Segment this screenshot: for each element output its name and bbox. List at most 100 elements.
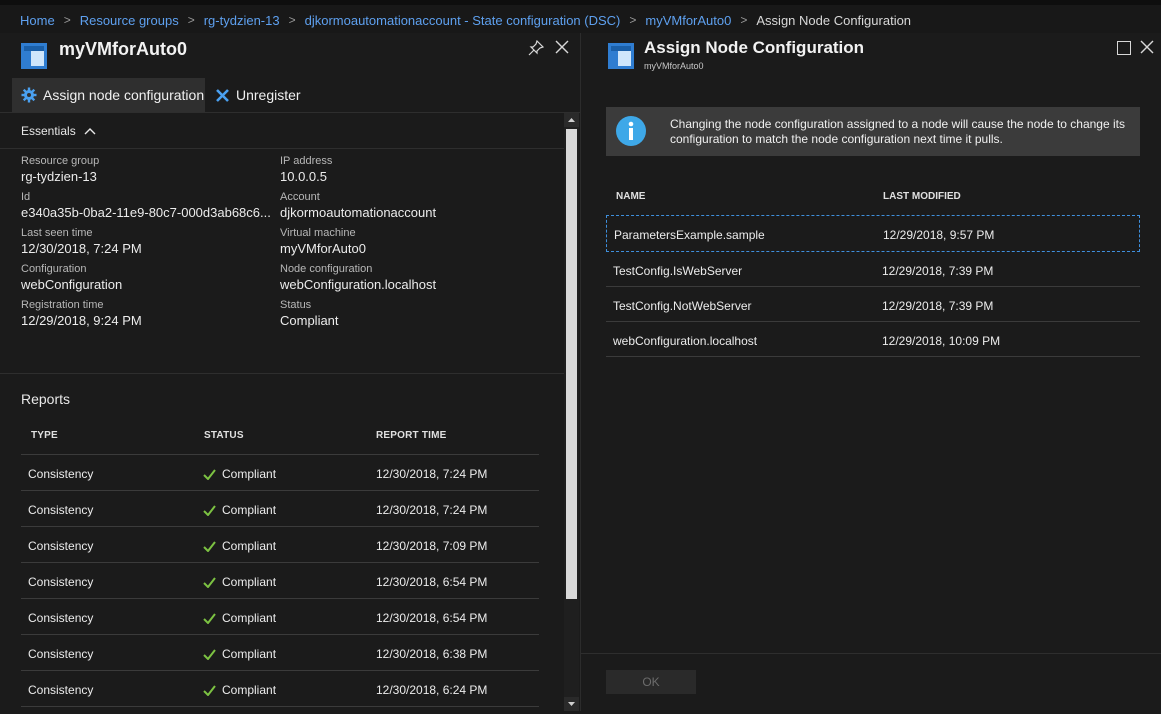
essentials-toggle[interactable]: Essentials — [0, 113, 564, 149]
table-row[interactable]: Consistency Compliant 12/30/2018, 6:38 PM — [21, 635, 539, 671]
essential-last-seen: Last seen time 12/30/2018, 7:24 PM — [21, 226, 281, 257]
configuration-name: webConfiguration.localhost — [613, 334, 758, 348]
configuration-name: ParametersExample.sample — [614, 228, 765, 242]
essential-resource-group: Resource group rg-tydzien-13 — [21, 154, 281, 185]
checkmark-icon — [203, 504, 216, 516]
report-time: 12/30/2018, 7:09 PM — [376, 539, 488, 553]
close-icon[interactable] — [554, 39, 570, 55]
essential-value: Compliant — [280, 313, 339, 328]
report-status-label: Compliant — [222, 611, 277, 625]
info-icon — [616, 116, 646, 146]
scroll-down-arrow-icon[interactable] — [564, 697, 579, 711]
report-status-label: Compliant — [222, 683, 277, 697]
report-time: 12/30/2018, 6:54 PM — [376, 611, 488, 625]
table-row[interactable]: Consistency Compliant 12/30/2018, 6:54 PM — [21, 599, 539, 635]
configuration-last-modified: 12/29/2018, 7:39 PM — [882, 299, 994, 313]
report-time: 12/30/2018, 6:38 PM — [376, 647, 488, 661]
vertical-scrollbar[interactable] — [564, 113, 579, 711]
table-row[interactable]: TestConfig.IsWebServer 12/29/2018, 7:39 P… — [606, 252, 1140, 287]
column-header-type[interactable]: TYPE — [31, 430, 58, 441]
maximize-icon[interactable] — [1117, 41, 1131, 55]
essential-label: Last seen time — [21, 227, 93, 239]
table-row[interactable]: Consistency Compliant 12/30/2018, 7:09 PM — [21, 527, 539, 563]
node-blade: myVMforAuto0 Assign node configuration U… — [0, 33, 581, 711]
chevron-right-icon: > — [629, 13, 637, 27]
blade-subtitle: myVMforAuto0 — [644, 61, 704, 71]
table-header: NAME LAST MODIFIED — [606, 178, 1140, 215]
section-divider — [0, 373, 564, 374]
report-status-label: Compliant — [222, 647, 277, 661]
column-header-report-time[interactable]: REPORT TIME — [376, 430, 447, 441]
breadcrumb-vm[interactable]: myVMforAuto0 — [645, 13, 731, 28]
table-header: TYPE STATUS REPORT TIME — [21, 417, 539, 455]
report-status-label: Compliant — [222, 539, 277, 553]
node-configurations-table: NAME LAST MODIFIED ParametersExample.sam… — [606, 178, 1140, 357]
unregister-button[interactable]: Unregister — [215, 78, 315, 112]
table-row[interactable]: Consistency Compliant 12/30/2018, 7:24 PM — [21, 491, 539, 527]
breadcrumb-home[interactable]: Home — [20, 13, 55, 28]
breadcrumb-automation-account[interactable]: djkormoautomationaccount - State configu… — [305, 13, 621, 28]
report-status: Compliant — [203, 539, 276, 553]
report-time: 12/30/2018, 7:24 PM — [376, 467, 488, 481]
table-row[interactable]: Consistency Compliant 12/30/2018, 7:24 PM — [21, 455, 539, 491]
table-row[interactable]: ParametersExample.sample 12/29/2018, 9:57… — [606, 215, 1140, 252]
column-header-last-modified[interactable]: LAST MODIFIED — [883, 191, 961, 202]
table-row[interactable]: Consistency Compliant 12/30/2018, 6:54 PM — [21, 563, 539, 599]
scroll-up-arrow-icon[interactable] — [564, 113, 579, 127]
table-row[interactable]: Consistency Compliant 12/30/2018, 6:24 PM — [21, 671, 539, 707]
resource-group-link[interactable]: rg-tydzien-13 — [21, 168, 281, 185]
table-row[interactable]: TestConfig.NotWebServer 12/29/2018, 7:39 … — [606, 287, 1140, 322]
configuration-last-modified: 12/29/2018, 7:39 PM — [882, 264, 994, 278]
configuration-link[interactable]: webConfiguration — [21, 276, 281, 293]
assign-node-configuration-blade: Assign Node Configuration myVMforAuto0 C… — [581, 33, 1161, 711]
checkmark-icon — [203, 684, 216, 696]
assign-node-configuration-button[interactable]: Assign node configuration — [12, 78, 205, 112]
x-icon — [216, 88, 229, 102]
pin-icon[interactable] — [528, 40, 544, 56]
essential-label: Account — [280, 191, 320, 203]
report-status: Compliant — [203, 611, 276, 625]
essential-value: myVMforAuto0 — [280, 241, 366, 256]
essential-account: Account djkormoautomationaccount — [280, 190, 540, 221]
gear-icon — [21, 87, 37, 103]
chevron-right-icon: > — [187, 13, 195, 27]
configuration-name: TestConfig.IsWebServer — [613, 264, 743, 278]
essential-label: Registration time — [21, 299, 104, 311]
report-status: Compliant — [203, 647, 276, 661]
essential-label: Id — [21, 191, 31, 203]
essential-label: Status — [280, 299, 312, 311]
essential-id: Id e340a35b-0ba2-11e9-80c7-000d3ab68c6..… — [21, 190, 271, 221]
breadcrumb-resource-groups[interactable]: Resource groups — [80, 13, 179, 28]
report-status-label: Compliant — [222, 467, 277, 481]
scrollbar-thumb[interactable] — [566, 129, 577, 599]
report-status: Compliant — [203, 683, 276, 697]
essential-label: Configuration — [21, 263, 87, 275]
essential-label: Virtual machine — [280, 227, 356, 239]
report-status: Compliant — [203, 467, 276, 481]
table-row[interactable]: ConsistencyCompliant12/29/2018, 11:50 PM — [21, 707, 539, 711]
dsc-configuration-icon — [608, 43, 634, 69]
checkmark-icon — [203, 576, 216, 588]
report-status-label: Compliant — [222, 503, 277, 517]
blade-header: myVMforAuto0 — [0, 33, 580, 75]
reports-table: TYPE STATUS REPORT TIME Consistency Compl… — [21, 417, 539, 711]
report-type: Consistency — [28, 539, 94, 553]
report-time: 12/30/2018, 6:24 PM — [376, 683, 488, 697]
essential-value: 12/30/2018, 7:24 PM — [21, 241, 142, 256]
ok-button[interactable]: OK — [606, 670, 696, 694]
blade-title: myVMforAuto0 — [59, 39, 188, 59]
column-header-status[interactable]: STATUS — [204, 430, 244, 441]
command-bar: Assign node configuration Unregister — [0, 76, 580, 113]
reports-title: Reports — [21, 391, 71, 407]
configuration-rows: ParametersExample.sample 12/29/2018, 9:57… — [606, 215, 1140, 357]
essential-virtual-machine: Virtual machine myVMforAuto0 — [280, 226, 540, 257]
essential-registration-time: Registration time 12/29/2018, 9:24 PM — [21, 298, 281, 329]
report-type: Consistency — [28, 575, 94, 589]
close-icon[interactable] — [1139, 39, 1155, 55]
breadcrumb-current: Assign Node Configuration — [756, 12, 912, 28]
report-type: Consistency — [28, 611, 94, 625]
column-header-name[interactable]: NAME — [616, 191, 645, 202]
checkmark-icon — [203, 468, 216, 480]
table-row[interactable]: webConfiguration.localhost 12/29/2018, 10… — [606, 322, 1140, 357]
breadcrumb-resource-group[interactable]: rg-tydzien-13 — [204, 13, 280, 28]
